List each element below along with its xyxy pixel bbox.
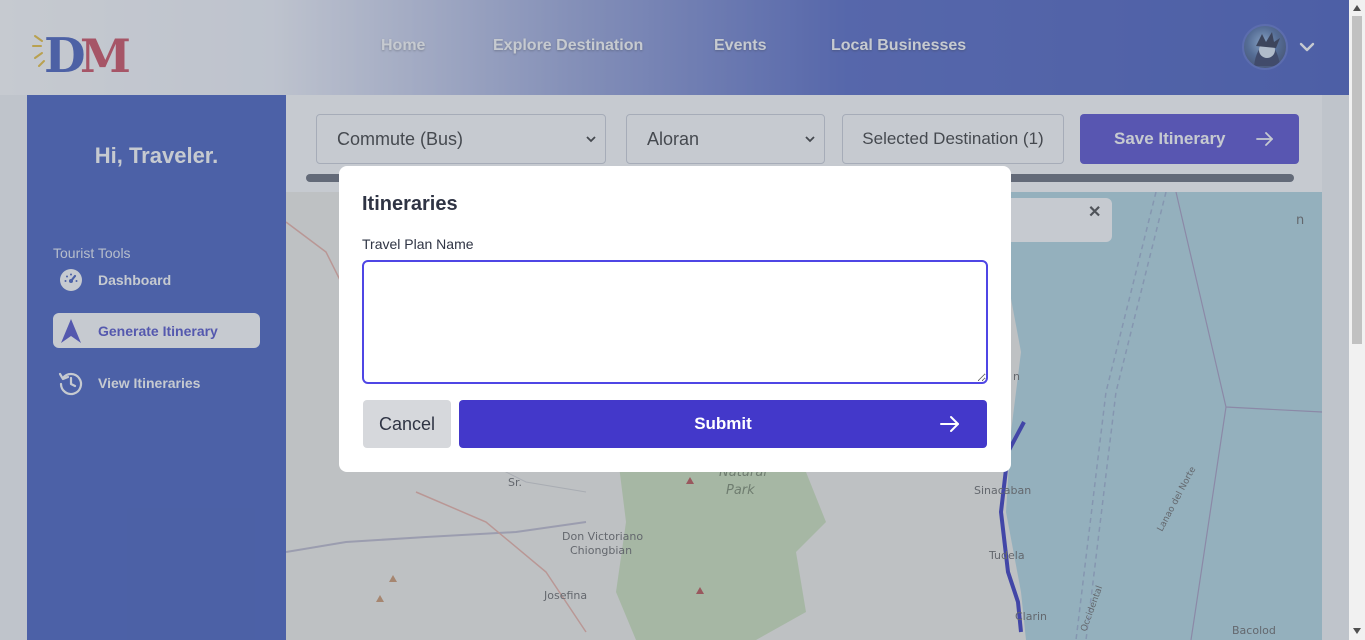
scroll-down-icon[interactable] xyxy=(1352,626,1362,636)
submit-button[interactable]: Submit xyxy=(459,400,987,448)
itineraries-modal: Itineraries Travel Plan Name Cancel Subm… xyxy=(339,166,1011,472)
modal-title: Itineraries xyxy=(362,193,458,215)
travel-plan-name-input[interactable] xyxy=(362,260,988,384)
cancel-button[interactable]: Cancel xyxy=(363,400,451,448)
scroll-up-icon[interactable] xyxy=(1352,3,1362,13)
scrollbar-thumb[interactable] xyxy=(1352,16,1362,344)
travel-plan-name-label: Travel Plan Name xyxy=(362,236,474,252)
submit-label: Submit xyxy=(694,414,752,433)
arrow-right-icon xyxy=(940,416,959,432)
